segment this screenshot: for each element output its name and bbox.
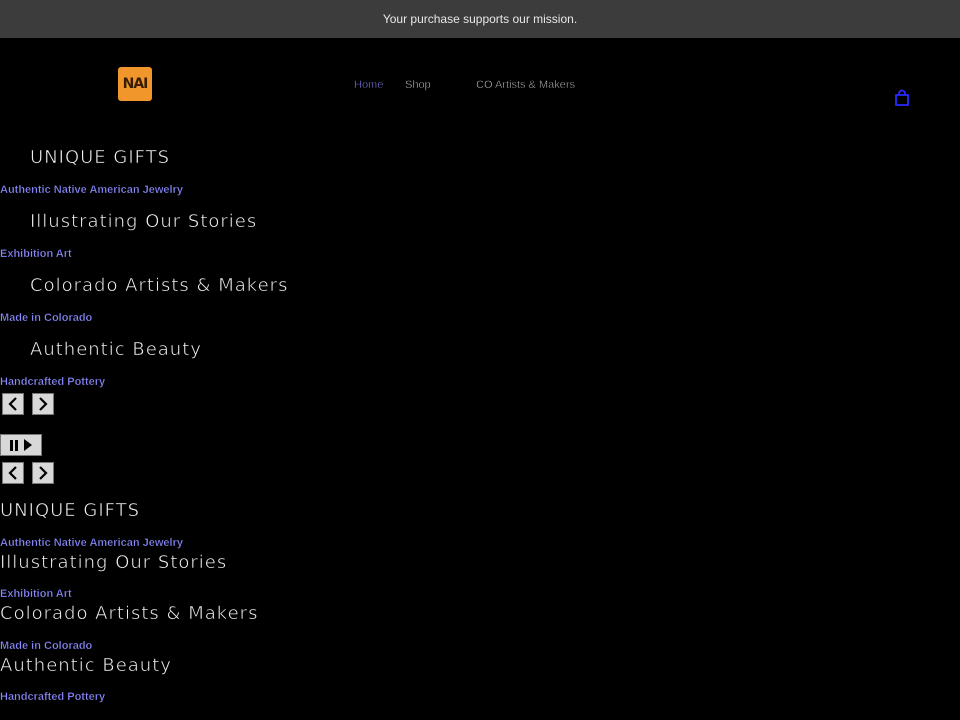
slide-heading: Illustrating Our Stories	[30, 211, 258, 233]
slide-heading: Colorado Artists & Makers	[30, 275, 289, 297]
slide-heading: UNIQUE GIFTS	[0, 500, 141, 522]
slideshow-next-button[interactable]	[32, 393, 54, 415]
main-nav: Home Shop CO Artists & Makers	[0, 79, 960, 97]
slide-heading: Authentic Beauty	[30, 339, 202, 361]
pause-icon	[9, 439, 18, 451]
slideshow-pause-play-button[interactable]	[0, 434, 42, 456]
slide-link[interactable]: Exhibition Art	[0, 588, 72, 600]
slide-link[interactable]: Handcrafted Pottery	[0, 376, 105, 388]
chevron-left-icon	[8, 466, 17, 480]
announcement-text: Your purchase supports our mission.	[382, 12, 578, 26]
slide-link[interactable]: Made in Colorado	[0, 312, 92, 324]
chevron-right-icon	[39, 397, 48, 411]
nav-shop-link[interactable]: Shop	[405, 79, 431, 91]
slide-link[interactable]: Exhibition Art	[0, 248, 72, 260]
slide-heading: Authentic Beauty	[0, 655, 172, 677]
slideshow-prev-button[interactable]	[2, 462, 24, 484]
slide-heading: Colorado Artists & Makers	[0, 603, 259, 625]
slide-heading: UNIQUE GIFTS	[30, 147, 171, 169]
slideshow-prev-button[interactable]	[2, 393, 24, 415]
slide-link[interactable]: Made in Colorado	[0, 640, 92, 652]
play-icon	[23, 439, 32, 451]
announcement-bar: Your purchase supports our mission.	[0, 0, 960, 38]
shopping-bag-icon[interactable]	[893, 89, 911, 107]
slide-link[interactable]: Handcrafted Pottery	[0, 691, 105, 703]
slide-link[interactable]: Authentic Native American Jewelry	[0, 537, 183, 549]
nav-home-link[interactable]: Home	[354, 79, 384, 91]
nav-co-artists-link[interactable]: CO Artists & Makers	[476, 79, 575, 91]
chevron-left-icon	[8, 397, 17, 411]
slideshow-next-button[interactable]	[32, 462, 54, 484]
slide-link[interactable]: Authentic Native American Jewelry	[0, 184, 183, 196]
slide-heading: Illustrating Our Stories	[0, 552, 228, 574]
chevron-right-icon	[39, 466, 48, 480]
